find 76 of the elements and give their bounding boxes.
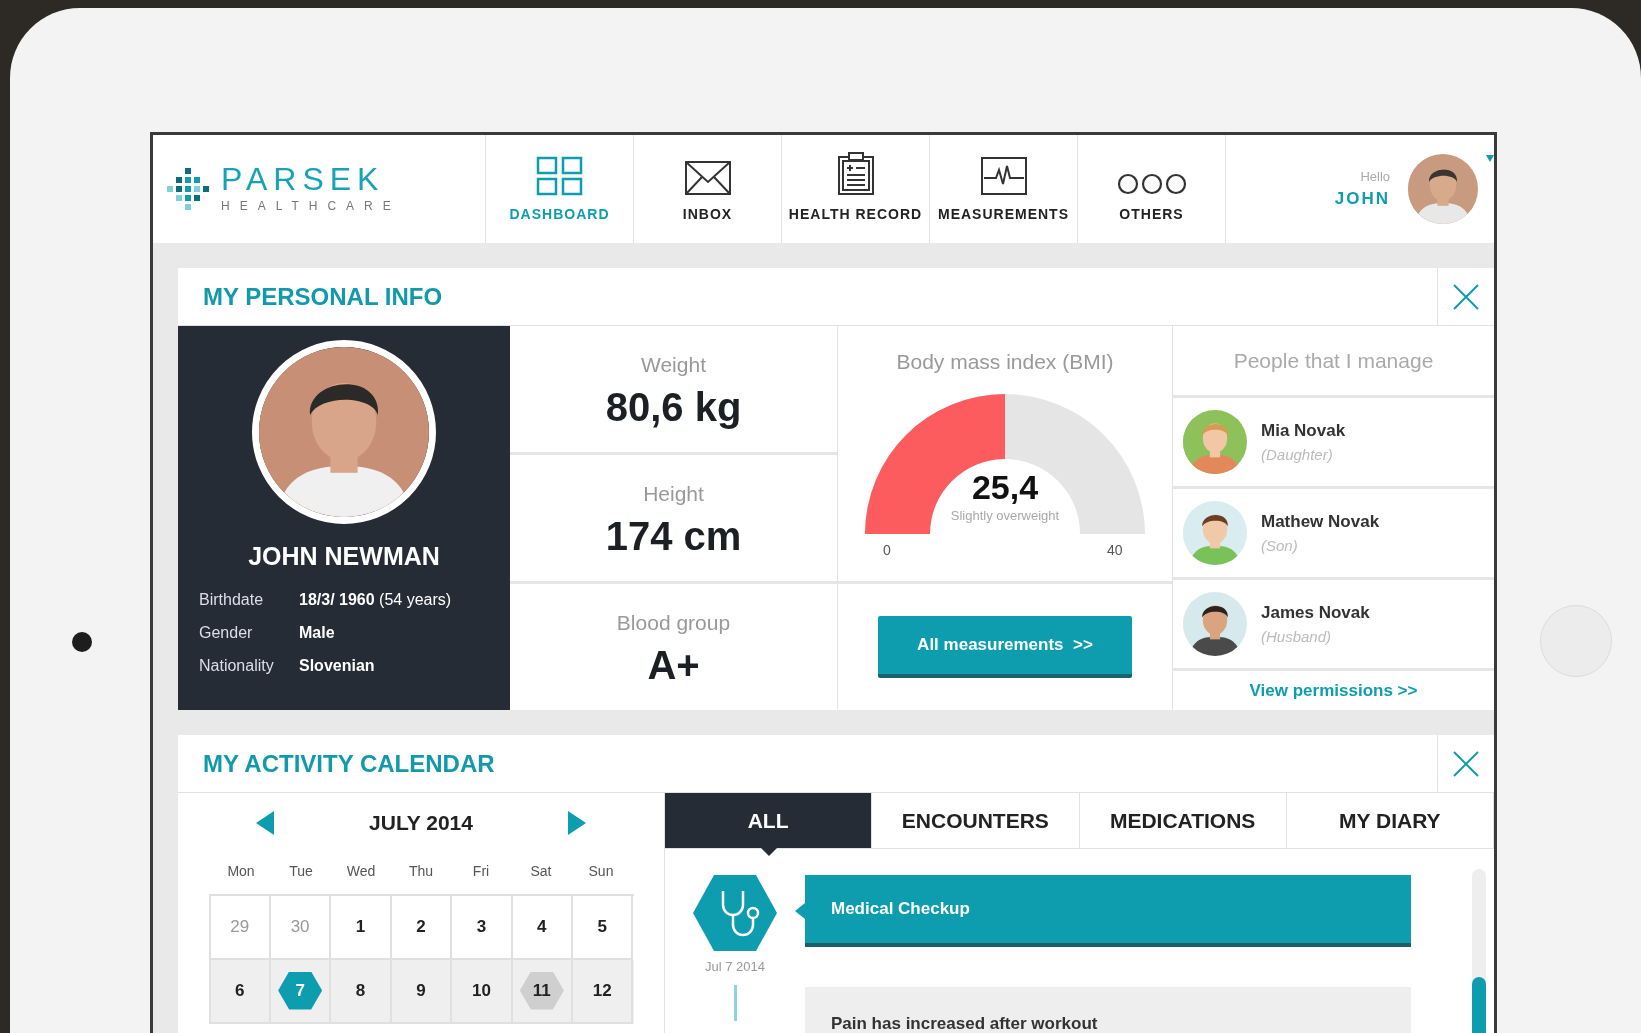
- clipboard-icon: [836, 152, 875, 196]
- detail-label: Gender: [199, 622, 254, 643]
- person-relation: (Daughter): [1261, 444, 1334, 465]
- calendar-day[interactable]: 4: [519, 907, 564, 946]
- logo-icon: [167, 165, 209, 213]
- person-item[interactable]: James Novak (Husband): [1173, 580, 1494, 671]
- calendar-day[interactable]: 1: [338, 907, 383, 946]
- logo-name: PARSEK: [221, 163, 386, 195]
- person-name: Mia Novak: [1261, 420, 1346, 442]
- weekday-label: Tue: [288, 861, 314, 881]
- calendar-day[interactable]: 2: [399, 907, 443, 946]
- detail-value: Slovenian: [299, 655, 376, 676]
- profile-name: JOHN NEWMAN: [248, 541, 440, 572]
- close-icon: [1453, 283, 1479, 310]
- weekday-label: Sat: [529, 861, 553, 881]
- nav-tab[interactable]: MEASUREMENTS: [930, 135, 1078, 243]
- caret-icon[interactable]: [1486, 155, 1494, 163]
- person-item[interactable]: Mathew Novak (Son): [1173, 489, 1494, 580]
- grid-icon: [535, 156, 584, 196]
- stat-value: 174 cm: [605, 513, 742, 558]
- next-month-button[interactable]: [568, 810, 586, 835]
- month-title: JULY 2014: [369, 810, 473, 836]
- person-relation: (Husband): [1261, 626, 1333, 647]
- person-relation: (Son): [1261, 535, 1299, 556]
- stat-value: 80,6 kg: [605, 384, 742, 429]
- detail-value: 18/3/ 1960 (54 years): [299, 589, 453, 610]
- gauge-value: 25,4: [970, 466, 1040, 508]
- stat-label: Weight: [641, 352, 706, 379]
- previous-month-button[interactable]: [256, 810, 274, 835]
- stethoscope-icon: [693, 875, 777, 951]
- gauge-title: Body mass index (BMI): [896, 349, 1114, 375]
- calendar-day[interactable]: 6: [217, 971, 262, 1010]
- people-title: People that I manage: [1233, 347, 1434, 374]
- calendar-day[interactable]: 11: [519, 971, 564, 1010]
- timeline-text: Medical Checkup: [831, 898, 970, 921]
- stat-value: A+: [647, 642, 700, 687]
- gauge-min: 0: [883, 540, 891, 560]
- timeline-text: Pain has increased after workout: [831, 1013, 1098, 1033]
- pointer-icon: [795, 903, 805, 919]
- stat-label: Height: [643, 481, 704, 508]
- heartbeat-icon: [979, 156, 1028, 196]
- nav-tab[interactable]: HEALTH RECORD: [782, 135, 930, 243]
- pointer-icon: [760, 848, 777, 856]
- calendar-day[interactable]: 12: [580, 971, 625, 1010]
- weekday-label: Fri: [471, 861, 491, 881]
- weekday-label: Sun: [587, 861, 615, 881]
- panel-title: MY PERSONAL INFO: [202, 281, 444, 312]
- detail-label: Birthdate: [199, 589, 265, 610]
- detail-label: Nationality: [199, 655, 275, 676]
- calendar-day[interactable]: 10: [459, 971, 504, 1010]
- calendar-day[interactable]: 9: [399, 971, 443, 1010]
- greeting-text: Hello: [1360, 167, 1390, 186]
- event-date: Jul 7 2014: [705, 958, 765, 976]
- nav-tab[interactable]: INBOX: [634, 135, 782, 243]
- timeline-card[interactable]: Pain has increased after workout: [805, 987, 1411, 1033]
- envelope-icon: [683, 160, 732, 196]
- detail-value: Male: [299, 622, 336, 643]
- weekday-label: Wed: [345, 861, 377, 881]
- calendar-day[interactable]: 8: [338, 971, 383, 1010]
- stat-label: Blood group: [616, 610, 731, 637]
- gauge-status: Slightly overweight: [949, 506, 1061, 525]
- person-name: Mathew Novak: [1261, 511, 1380, 533]
- more-icon: [1116, 172, 1187, 196]
- weekday-label: Mon: [226, 861, 256, 881]
- gauge-max: 40: [1107, 540, 1123, 560]
- panel-title: MY ACTIVITY CALENDAR: [202, 748, 496, 779]
- person-item[interactable]: Mia Novak (Daughter): [1173, 398, 1494, 489]
- calendar-day[interactable]: 3: [459, 907, 504, 946]
- filter-tab[interactable]: ALL: [665, 793, 873, 848]
- logo-tagline: HEALTHCARE: [221, 198, 401, 215]
- user-name: JOHN: [1334, 188, 1390, 210]
- calendar-day[interactable]: 5: [580, 907, 625, 946]
- weekday-label: Thu: [407, 861, 435, 881]
- person-name: James Novak: [1261, 602, 1370, 624]
- nav-tab[interactable]: OTHERS: [1078, 135, 1226, 243]
- close-icon: [1453, 750, 1479, 777]
